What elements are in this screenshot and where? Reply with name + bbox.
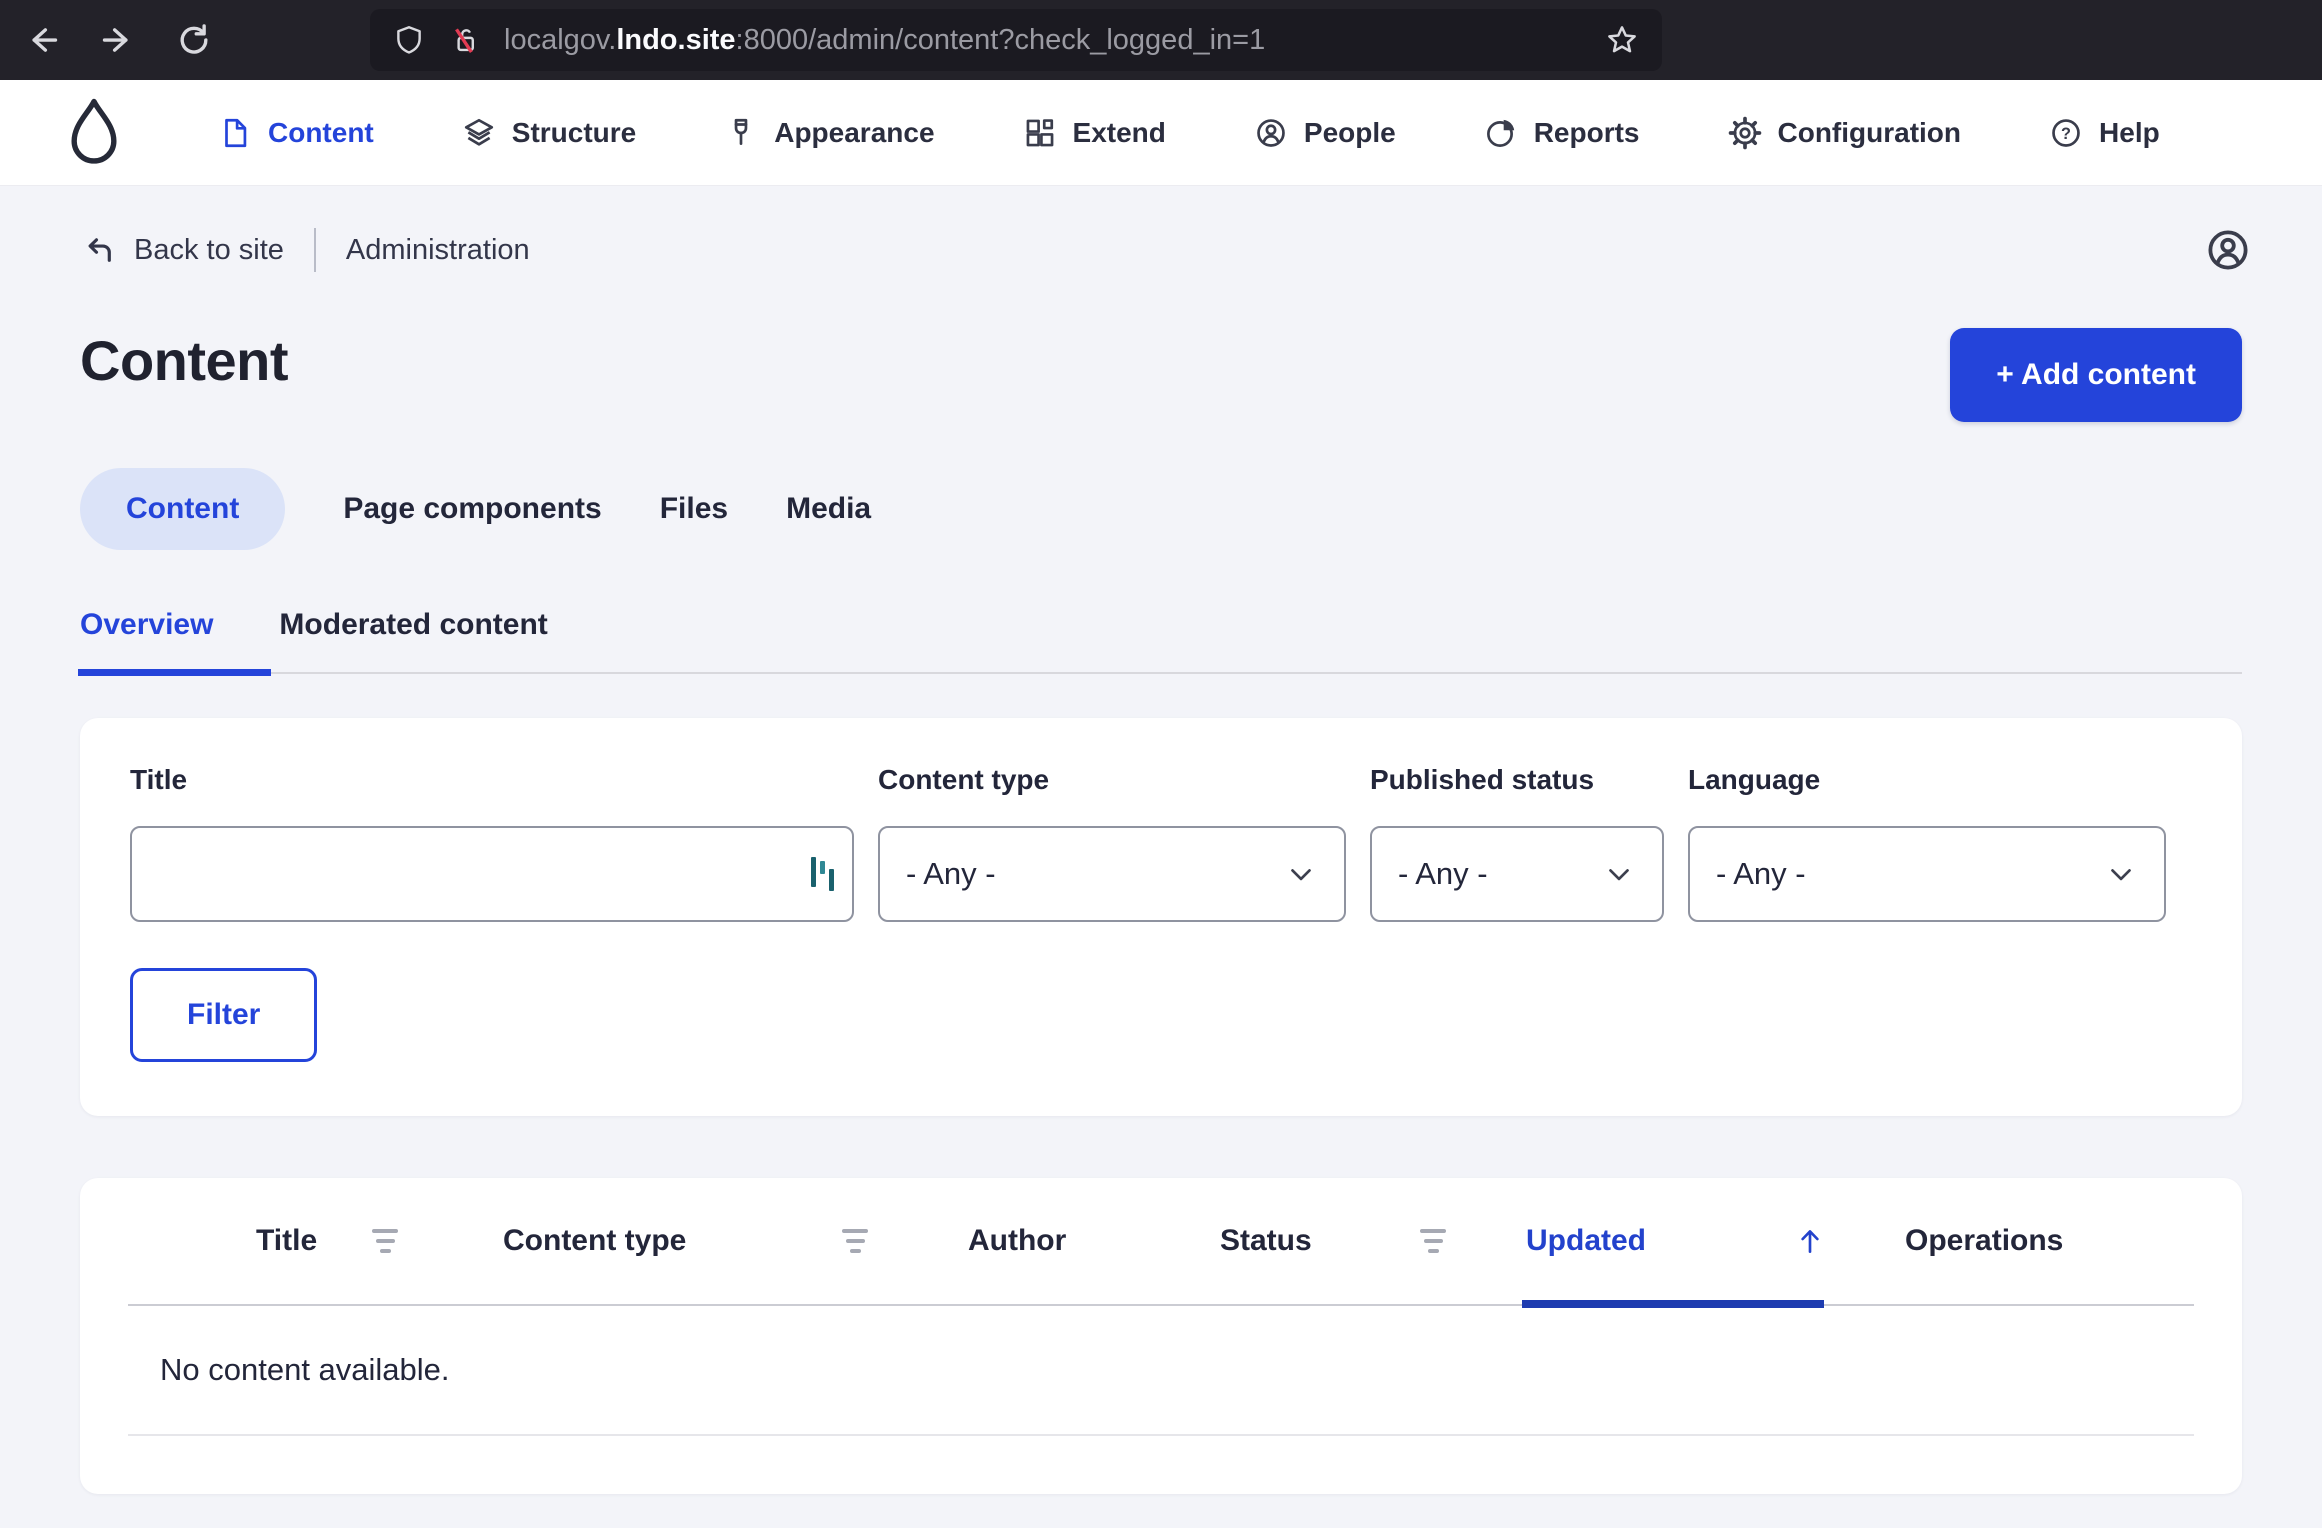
sort-icon xyxy=(842,1229,868,1253)
title-input-wrap xyxy=(130,826,854,922)
title-filter-input[interactable] xyxy=(150,828,803,920)
column-header-updated-sorted[interactable]: Updated xyxy=(1472,1178,1862,1308)
browser-chrome: localgov.lndo.site:8000/admin/content?ch… xyxy=(0,0,2322,80)
account-menu-button[interactable] xyxy=(2204,226,2252,274)
language-select[interactable]: - Any - xyxy=(1688,826,2166,922)
selected-value: - Any - xyxy=(1398,856,1488,891)
content-table: Title Content type Author Status Updated xyxy=(80,1178,2242,1494)
toolbar-item-structure[interactable]: Structure xyxy=(462,116,636,150)
secondary-tabs: Overview Moderated content xyxy=(0,550,2322,676)
address-bar[interactable]: localgov.lndo.site:8000/admin/content?ch… xyxy=(370,9,1662,71)
reload-icon xyxy=(180,24,208,54)
page-body: Back to site Administration Content + Ad… xyxy=(0,186,2322,1528)
toolbar-item-people[interactable]: People xyxy=(1254,116,1396,150)
table-header-row: Title Content type Author Status Updated xyxy=(128,1178,2194,1308)
tab-media[interactable]: Media xyxy=(786,468,871,550)
user-circle-icon xyxy=(2208,230,2248,270)
sort-ascending-arrow-icon xyxy=(1794,1225,1826,1257)
shield-icon[interactable] xyxy=(392,23,426,57)
svg-text:?: ? xyxy=(2061,124,2071,142)
filter-field-language: Language - Any - xyxy=(1688,764,2166,922)
primary-tabs: Content Page components Files Media xyxy=(0,422,2322,550)
sort-icon xyxy=(372,1229,398,1253)
chevron-down-icon xyxy=(1602,857,1636,891)
column-header-operations: Operations xyxy=(1905,1224,2064,1257)
file-icon xyxy=(218,116,252,150)
person-circle-icon xyxy=(1254,116,1288,150)
toolbar-item-help[interactable]: ? Help xyxy=(2049,116,2160,150)
column-header-content-type[interactable]: Content type xyxy=(424,1178,894,1304)
chevron-down-icon xyxy=(1284,857,1318,891)
filter-panel: Title Content type - Any - Published sta… xyxy=(80,718,2242,1116)
forward-arrow-icon xyxy=(102,28,128,52)
paintbrush-icon xyxy=(724,116,758,150)
tab-content[interactable]: Content xyxy=(80,468,286,550)
column-header-title[interactable]: Title xyxy=(128,1178,424,1304)
sort-icon xyxy=(1420,1229,1446,1253)
toolbar-item-label: Extend xyxy=(1072,116,1166,148)
tab-page-components[interactable]: Page components xyxy=(343,468,601,550)
gear-icon xyxy=(1728,116,1762,150)
filter-field-title: Title xyxy=(130,764,854,922)
question-circle-icon: ? xyxy=(2049,116,2083,150)
page-header: Content + Add content xyxy=(0,274,2322,422)
blocks-icon xyxy=(1023,116,1057,150)
page-title: Content xyxy=(80,329,289,392)
toolbar-item-label: Help xyxy=(2099,116,2160,148)
browser-forward-button[interactable] xyxy=(100,22,136,58)
toolbar-item-extend[interactable]: Extend xyxy=(1023,116,1166,150)
drupal-logo-icon[interactable] xyxy=(66,97,122,169)
content-type-filter-label: Content type xyxy=(878,764,1050,795)
language-filter-label: Language xyxy=(1688,764,1821,795)
column-header-status[interactable]: Status xyxy=(1194,1178,1472,1304)
add-content-button[interactable]: + Add content xyxy=(1950,328,2242,422)
breadcrumb: Back to site Administration xyxy=(0,186,2322,274)
column-header-author: Author xyxy=(968,1224,1067,1257)
broken-lock-icon[interactable] xyxy=(448,23,482,57)
browser-reload-button[interactable] xyxy=(176,22,212,58)
toolbar-item-appearance[interactable]: Appearance xyxy=(724,116,935,150)
back-arrow-icon xyxy=(32,28,58,52)
breadcrumb-section: Administration xyxy=(345,233,530,266)
back-to-site-link[interactable]: Back to site xyxy=(134,234,284,267)
subtab-moderated-content[interactable]: Moderated content xyxy=(279,608,547,672)
filter-field-published-status: Published status - Any - xyxy=(1370,764,1664,922)
toolbar-item-label: Content xyxy=(268,116,374,148)
url-text[interactable]: localgov.lndo.site:8000/admin/content?ch… xyxy=(504,24,1604,57)
layers-icon xyxy=(462,116,496,150)
empty-table-message: No content available. xyxy=(128,1306,2194,1436)
filter-submit-button[interactable]: Filter xyxy=(130,968,318,1062)
toolbar-item-label: Appearance xyxy=(774,116,935,148)
selected-value: - Any - xyxy=(1716,856,1806,891)
published-status-select[interactable]: - Any - xyxy=(1370,826,1664,922)
toolbar-item-reports[interactable]: Reports xyxy=(1484,116,1640,150)
browser-back-button[interactable] xyxy=(24,22,60,58)
toolbar-item-label: Structure xyxy=(511,116,637,148)
selected-value: - Any - xyxy=(906,856,996,891)
tab-files[interactable]: Files xyxy=(660,468,728,550)
admin-toolbar: Content Structure Appearance Extend Peop… xyxy=(0,80,2322,186)
password-manager-icon[interactable] xyxy=(811,857,834,891)
chevron-down-icon xyxy=(2104,857,2138,891)
return-arrow-icon xyxy=(80,231,118,269)
published-status-filter-label: Published status xyxy=(1370,764,1595,795)
subtab-overview[interactable]: Overview xyxy=(77,608,273,676)
toolbar-item-label: People xyxy=(1303,116,1396,148)
toolbar-item-configuration[interactable]: Configuration xyxy=(1728,116,1962,150)
filter-field-content-type: Content type - Any - xyxy=(878,764,1346,922)
toolbar-item-label: Configuration xyxy=(1777,116,1962,148)
toolbar-item-content[interactable]: Content xyxy=(218,116,374,150)
content-type-select[interactable]: - Any - xyxy=(878,826,1346,922)
pie-chart-icon xyxy=(1484,116,1518,150)
title-filter-label: Title xyxy=(130,764,188,795)
toolbar-item-label: Reports xyxy=(1533,116,1640,148)
breadcrumb-divider xyxy=(313,228,316,272)
bookmark-star-icon[interactable] xyxy=(1604,22,1640,58)
